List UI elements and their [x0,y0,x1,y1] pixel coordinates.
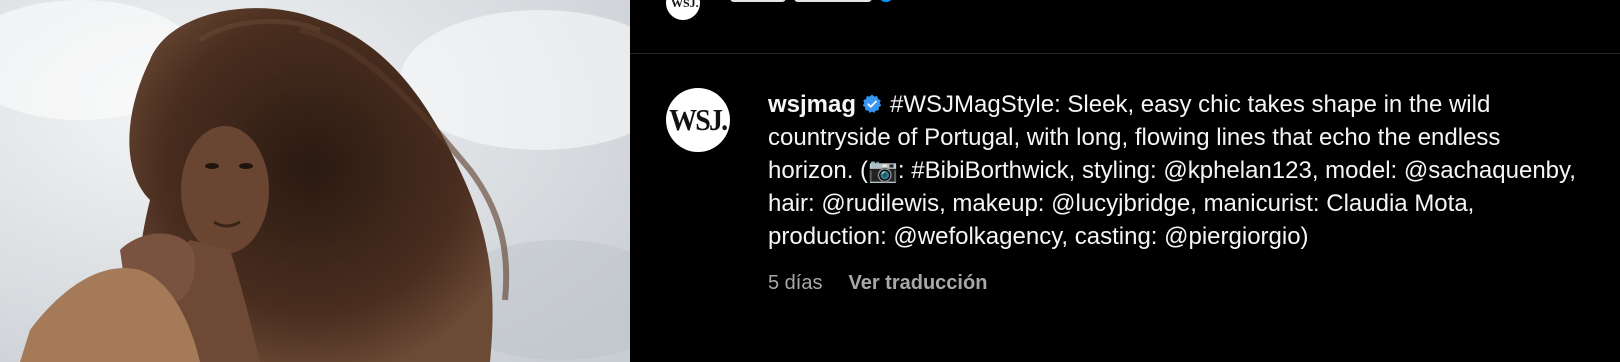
cropped-text-bar [794,0,872,2]
instagram-post-view: WSJ. WSJ. wsjmag #WSJMagStyle: Sleek, ea… [0,0,1620,362]
post-detail-panel: WSJ. WSJ. wsjmag #WSJMagStyle: Sleek, ea… [630,0,1620,362]
author-avatar[interactable]: WSJ. [666,88,730,152]
caption-text: #WSJMagStyle: Sleek, easy chic takes sha… [768,91,1576,250]
author-username[interactable]: wsjmag [768,91,856,118]
verified-badge-icon [862,94,882,113]
cropped-verified-icon [880,0,892,2]
photo-illustration [0,0,630,362]
caption-meta: 5 días Ver traducción [768,267,1588,300]
author-avatar-logo: WSJ. [669,102,728,137]
header-username-cropped[interactable] [730,0,892,6]
see-translation-button[interactable]: Ver traducción [848,267,987,300]
post-timestamp[interactable]: 5 días [768,267,822,300]
caption-body: wsjmag #WSJMagStyle: Sleek, easy chic ta… [768,88,1588,300]
post-header: WSJ. [630,0,1620,54]
header-avatar-text: WSJ. [671,0,699,10]
header-avatar[interactable]: WSJ. [666,0,700,20]
post-photo[interactable] [0,0,630,362]
cropped-text-bar [730,0,786,2]
caption-comment: WSJ. wsjmag #WSJMagStyle: Sleek, easy ch… [666,88,1600,300]
